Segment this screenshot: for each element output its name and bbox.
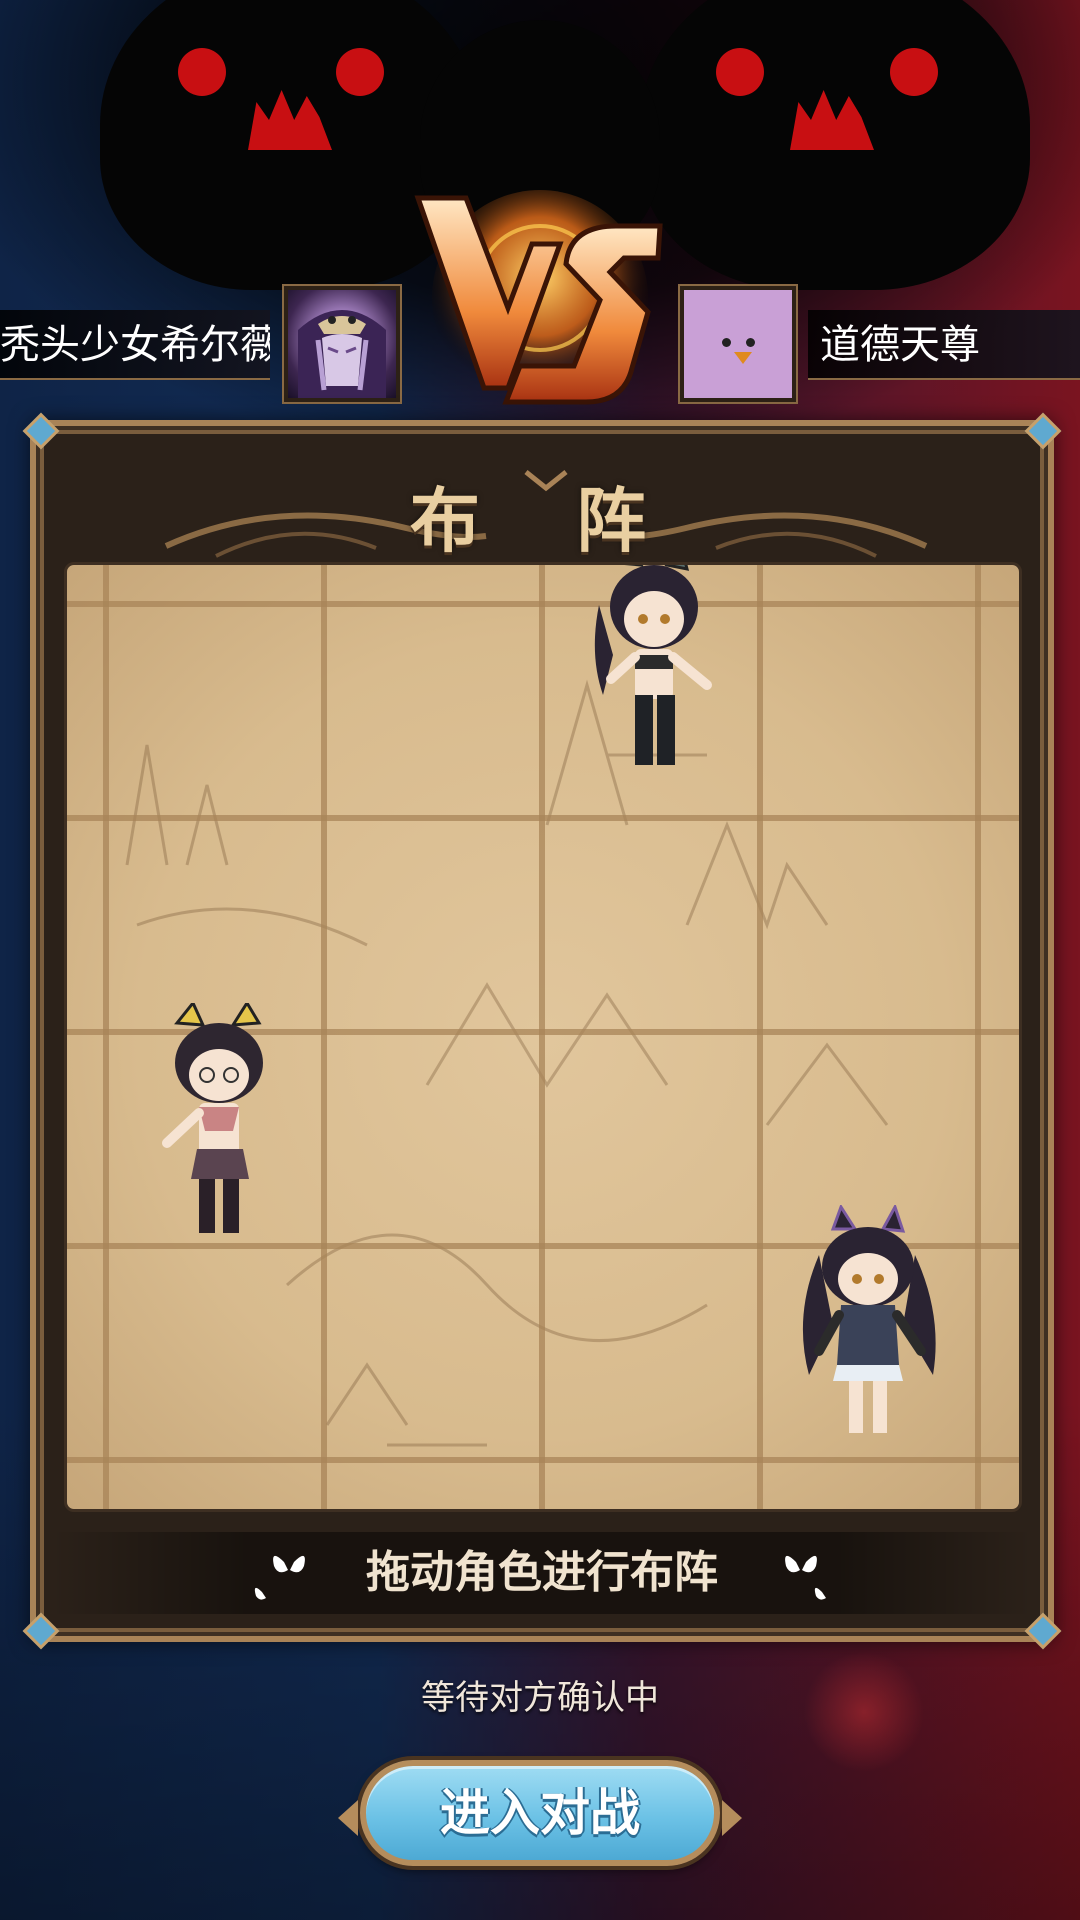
formation-panel: 布 阵 拖动角色进行布阵 — [22, 412, 1062, 1650]
button-arrow-ornament — [338, 1800, 358, 1836]
character-piece-3[interactable] — [783, 1203, 953, 1445]
chick-eye-right — [746, 338, 755, 347]
hooded-character-icon — [298, 310, 386, 398]
enter-battle-label: 进入对战 — [440, 1784, 640, 1842]
grid-line — [539, 565, 545, 1509]
chibi-character-icon — [162, 1000, 263, 1233]
grid-line — [975, 565, 981, 1509]
grid-line — [103, 565, 109, 1509]
drag-hint-bar: 拖动角色进行布阵 — [52, 1532, 1032, 1614]
formation-title: 布 阵 — [409, 479, 683, 562]
button-arrow-ornament — [722, 1800, 742, 1836]
left-player-avatar[interactable] — [282, 284, 402, 404]
right-player-avatar[interactable] — [678, 284, 798, 404]
vs-emblem — [410, 188, 670, 428]
chick-beak — [734, 352, 752, 364]
formation-grid[interactable] — [64, 562, 1022, 1512]
grid-line — [67, 601, 1019, 607]
vs-icon — [414, 190, 663, 406]
drag-hint-text: 拖动角色进行布阵 — [366, 1547, 718, 1598]
enter-battle-button[interactable]: 进入对战 — [338, 1760, 742, 1866]
formation-title-banner: 布 阵 — [156, 466, 936, 576]
chick-eye-left — [722, 338, 731, 347]
left-player-name: 秃头少女希尔薇 — [0, 310, 270, 380]
right-player-name: 道德天尊 — [808, 310, 1080, 380]
chibi-character-icon — [594, 565, 712, 765]
character-piece-2[interactable] — [137, 1000, 307, 1243]
waiting-status: 等待对方确认中 — [421, 1678, 659, 1718]
chibi-character-icon — [802, 1203, 936, 1433]
grid-line — [321, 565, 327, 1509]
grid-line — [757, 565, 763, 1509]
monster-silhouette-right — [640, 0, 1030, 290]
character-piece-1[interactable] — [569, 565, 739, 785]
grid-line — [67, 815, 1019, 821]
grid-line — [67, 1457, 1019, 1463]
